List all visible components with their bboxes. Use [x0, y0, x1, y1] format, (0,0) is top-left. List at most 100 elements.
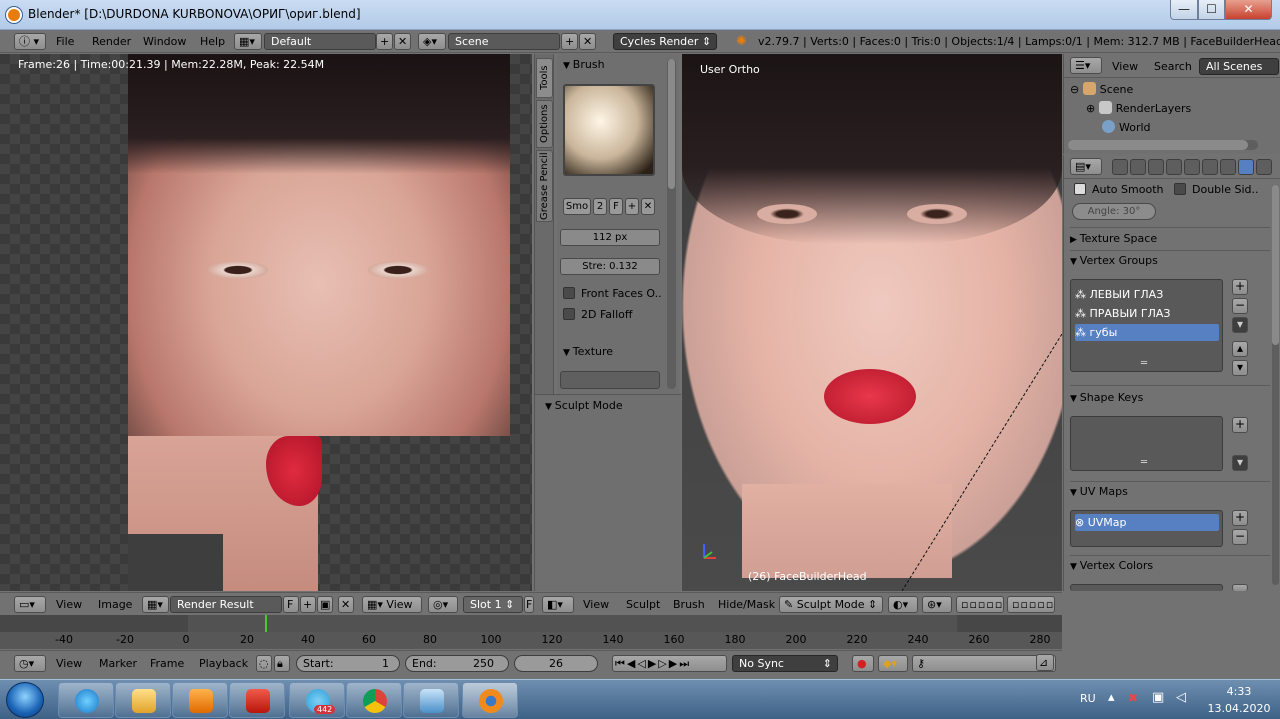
taskbar-media-player[interactable]	[172, 682, 228, 718]
properties-editor-type-button[interactable]: ▤▾	[1070, 158, 1102, 175]
image-fake-user-button[interactable]: F	[283, 596, 299, 613]
brush-delete-button[interactable]: ✕	[641, 198, 655, 215]
brush-strength-field[interactable]: Stre: 0.132	[560, 258, 660, 275]
tray-expand-icon[interactable]: ▴	[1108, 690, 1115, 705]
brush-panel-title[interactable]: Brush	[563, 58, 605, 71]
auto-keying-button[interactable]: ●	[852, 655, 874, 672]
tool-shelf-scrollbar[interactable]	[667, 59, 676, 389]
vertex-groups-list[interactable]: ⁂ ЛЕВЫИ ГЛАЗ ⁂ ПРАВЫИ ГЛАЗ ⁂ губы ═	[1070, 279, 1223, 372]
modifiers-tab-icon[interactable]	[1220, 159, 1236, 175]
end-frame-field[interactable]: End: 250	[405, 655, 509, 672]
vertex-group-move-up-button[interactable]: ▴	[1232, 341, 1248, 357]
front-faces-checkbox[interactable]: Front Faces O..	[563, 287, 662, 300]
image-view-mode-dropdown[interactable]: ▦▾ View	[362, 596, 422, 613]
uv-map-remove-button[interactable]: −	[1232, 529, 1248, 545]
render-layers-tab-icon[interactable]	[1130, 159, 1146, 175]
layer-buttons-left[interactable]: ▫▫▫▫▫	[956, 596, 1004, 613]
3d-viewport[interactable]: User Ortho (26) FaceBuilderHead	[682, 54, 1062, 591]
shape-keys-panel[interactable]: Shape Keys	[1070, 391, 1144, 404]
editor-type-info-button[interactable]: ⓘ ▾	[14, 33, 46, 50]
scene-add-button[interactable]: +	[561, 33, 578, 50]
start-button[interactable]	[6, 682, 44, 718]
taskbar-telegram[interactable]: 442	[289, 682, 345, 718]
outliner-item-world[interactable]: World	[1102, 120, 1151, 134]
viewport-menu-view[interactable]: View	[583, 598, 609, 611]
image-name-field[interactable]: Render Result	[170, 596, 282, 613]
scene-name-field[interactable]: Scene	[448, 33, 560, 50]
auto-smooth-angle-field[interactable]: Angle: 30°	[1072, 203, 1156, 220]
outliner-display-mode-dropdown[interactable]: All Scenes	[1199, 58, 1279, 75]
auto-smooth-checkbox[interactable]: Auto Smooth	[1074, 183, 1163, 196]
tab-options[interactable]: Options	[536, 100, 553, 148]
outliner-menu-view[interactable]: View	[1112, 60, 1138, 73]
uv-maps-panel[interactable]: UV Maps	[1070, 485, 1128, 498]
viewport-menu-hide-mask[interactable]: Hide/Mask	[718, 598, 775, 611]
image-editor-area[interactable]: Frame:26 | Time:00:21.39 | Mem:22.28M, P…	[0, 54, 532, 591]
power-icon[interactable]: ▣	[1152, 690, 1164, 705]
uv-map-add-button[interactable]: +	[1232, 510, 1248, 526]
layer-buttons-right[interactable]: ▫▫▫▫▫	[1007, 596, 1055, 613]
texture-slot[interactable]	[560, 371, 660, 389]
texture-panel-title[interactable]: Texture	[563, 345, 613, 358]
timeline-menu-view[interactable]: View	[56, 657, 82, 670]
brush-fake-user-button[interactable]: F	[609, 198, 623, 215]
taskbar-blender-active[interactable]	[462, 682, 518, 718]
clock-time[interactable]: 4:33	[1206, 685, 1272, 698]
outliner-menu-search[interactable]: Search	[1154, 60, 1192, 73]
outliner-scrollbar[interactable]	[1068, 140, 1258, 150]
current-frame-field[interactable]: 26	[514, 655, 598, 672]
scene-browse-button[interactable]: ◈▾	[418, 33, 446, 50]
object-tab-icon[interactable]	[1184, 159, 1200, 175]
viewport-menu-brush[interactable]: Brush	[673, 598, 705, 611]
vertex-group-move-down-button[interactable]: ▾	[1232, 360, 1248, 376]
list-resize-grip[interactable]: ═	[1141, 457, 1147, 468]
vertex-colors-panel[interactable]: Vertex Colors	[1070, 559, 1153, 572]
close-button[interactable]: ✕	[1225, 0, 1272, 20]
constraints-tab-icon[interactable]	[1202, 159, 1218, 175]
menu-file[interactable]: File	[56, 35, 74, 48]
viewport-shading-dropdown[interactable]: ◐▾	[888, 596, 918, 613]
layout-browse-button[interactable]: ▦▾	[234, 33, 262, 50]
image-unlink-button[interactable]: ✕	[338, 596, 354, 613]
render-slot-dropdown[interactable]: Slot 1 ⇕	[463, 596, 523, 613]
timeline-editor-type-button[interactable]: ◷▾	[14, 655, 46, 672]
timeline-menu-marker[interactable]: Marker	[99, 657, 137, 670]
keyboard-language[interactable]: RU	[1080, 692, 1096, 705]
preview-range-button[interactable]: ◌	[256, 655, 272, 672]
brush-radius-field[interactable]: 112 px	[560, 229, 660, 246]
vertex-group-item[interactable]: ⁂ ЛЕВЫИ ГЛАЗ	[1075, 286, 1219, 303]
layout-name-field[interactable]: Default	[264, 33, 376, 50]
sync-mode-dropdown[interactable]: No Sync ⇕	[732, 655, 838, 672]
sculpt-mode-panel-title[interactable]: Sculpt Mode	[545, 399, 623, 412]
image-menu-image[interactable]: Image	[98, 598, 132, 611]
vertex-groups-panel[interactable]: Vertex Groups	[1070, 254, 1158, 267]
image-browse-button[interactable]: ▦▾	[142, 596, 169, 613]
scene-tab-icon[interactable]	[1148, 159, 1164, 175]
vertex-group-item[interactable]: ⁂ ПРАВЫИ ГЛАЗ	[1075, 305, 1219, 322]
vertex-color-add-button[interactable]	[1232, 584, 1248, 591]
network-status-icon[interactable]: ✖	[1128, 691, 1138, 705]
shape-key-add-button[interactable]: +	[1232, 417, 1248, 433]
outliner-item-scene[interactable]: ⊖ Scene	[1070, 82, 1133, 96]
image-open-button[interactable]: ▣	[317, 596, 333, 613]
taskbar-acrobat[interactable]	[229, 682, 285, 718]
minimize-button[interactable]: —	[1170, 0, 1198, 20]
image-editor-type-button[interactable]: ▭▾	[14, 596, 46, 613]
start-frame-field[interactable]: Start: 1	[296, 655, 400, 672]
taskbar-chrome[interactable]	[346, 682, 402, 718]
vertex-colors-list[interactable]	[1070, 584, 1223, 591]
texture-space-panel[interactable]: Texture Space	[1070, 232, 1157, 245]
image-pivot-button[interactable]: ◎▾	[428, 596, 458, 613]
viewport-menu-sculpt[interactable]: Sculpt	[626, 598, 660, 611]
vertex-group-add-button[interactable]: +	[1232, 279, 1248, 295]
vertex-group-remove-button[interactable]: −	[1232, 298, 1248, 314]
scene-delete-button[interactable]: ✕	[579, 33, 596, 50]
image-menu-view[interactable]: View	[56, 598, 82, 611]
tab-grease-pencil[interactable]: Grease Pencil	[536, 150, 553, 222]
playback-controls[interactable]: ⏮◀◁▶▷▶⏭	[612, 655, 727, 672]
render-engine-dropdown[interactable]: Cycles Render ⇕	[613, 33, 717, 50]
insert-keyframe-button[interactable]: ⊿	[1036, 654, 1054, 671]
taskbar-explorer[interactable]	[115, 682, 171, 718]
uv-map-item-selected[interactable]: ⊗ UVMap	[1075, 514, 1219, 531]
outliner-item-renderlayers[interactable]: ⊕ RenderLayers	[1086, 101, 1191, 115]
